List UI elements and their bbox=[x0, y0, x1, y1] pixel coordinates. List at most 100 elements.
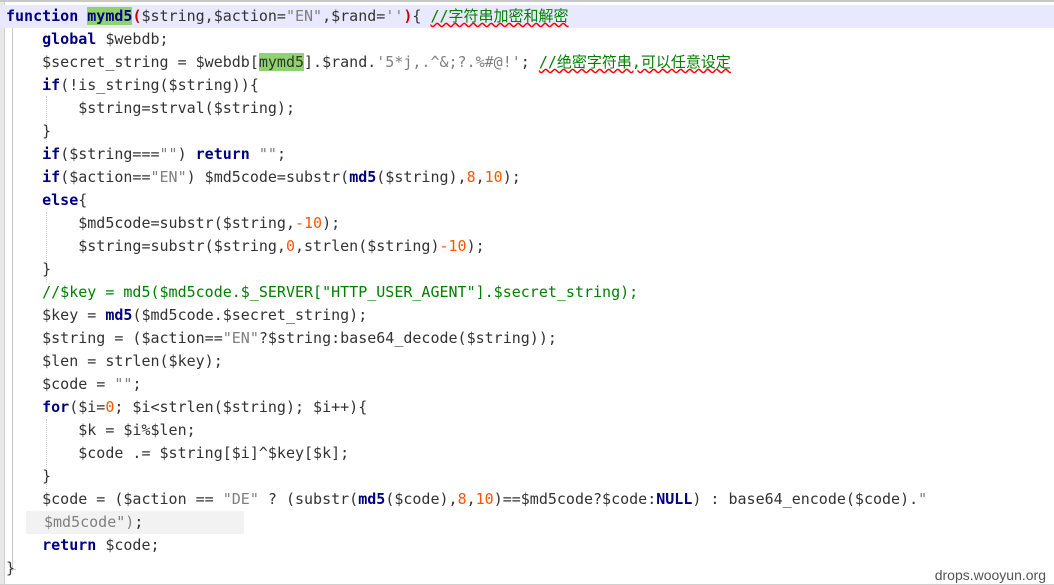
code-token: $key = bbox=[6, 306, 106, 324]
code-token: ($i= bbox=[69, 398, 106, 416]
code-token: $string=strval($string); bbox=[6, 99, 295, 117]
code-token: 0 bbox=[285, 237, 295, 255]
code-token: "EN" bbox=[285, 7, 323, 25]
code-token: " bbox=[918, 490, 928, 508]
code-token: ? (substr( bbox=[258, 490, 359, 508]
code-token: if bbox=[42, 76, 61, 94]
code-token: $string,$action= bbox=[141, 7, 286, 25]
code-token: $string = ($action== bbox=[6, 329, 223, 347]
code-token: , bbox=[466, 490, 476, 508]
code-line[interactable]: $k = $i%$len; bbox=[6, 419, 1054, 442]
code-line[interactable]: function mymd5($string,$action="EN",$ran… bbox=[0, 5, 1054, 28]
code-token: ($action== bbox=[60, 168, 151, 186]
code-line[interactable]: //$key = md5($md5code.$_SERVER["HTTP_USE… bbox=[6, 281, 1054, 304]
code-line[interactable]: } bbox=[6, 557, 1054, 580]
code-token: mymd5 bbox=[258, 53, 305, 71]
code-token: md5 bbox=[105, 306, 133, 324]
code-editor[interactable]: function mymd5($string,$action="EN",$ran… bbox=[0, 0, 1054, 585]
code-token: return bbox=[195, 145, 250, 163]
code-line[interactable]: $len = strlen($key); bbox=[6, 350, 1054, 373]
code-token: ; $i<strlen($string); $i++){ bbox=[114, 398, 368, 416]
code-token: "EN" bbox=[150, 168, 187, 186]
code-token: return bbox=[42, 536, 97, 554]
code-line[interactable]: $code .= $string[$i]^$key[$k]; bbox=[6, 442, 1054, 465]
code-token: (!is_string($string)){ bbox=[60, 76, 259, 94]
code-token: ($code), bbox=[385, 490, 458, 508]
code-token: //$key = md5($md5code.$_SERVER["HTTP_USE… bbox=[42, 283, 639, 301]
code-token: mymd5 bbox=[87, 7, 133, 25]
code-token: $code .= $string[$i]^$key[$k]; bbox=[6, 444, 350, 462]
code-token: $md5code=substr($string, bbox=[6, 214, 295, 232]
code-token: } bbox=[6, 260, 52, 278]
code-token: } bbox=[6, 122, 52, 140]
code-token: ].$rand. bbox=[304, 53, 377, 71]
editor-top-border bbox=[0, 0, 1054, 2]
code-token: ($string=== bbox=[60, 145, 160, 163]
code-line[interactable]: $code = ""; bbox=[6, 373, 1054, 396]
code-token: ,$rand= bbox=[322, 7, 386, 25]
code-line[interactable]: return $code; bbox=[6, 534, 1054, 557]
code-token: ) bbox=[177, 145, 196, 163]
code-token: $k = $i%$len; bbox=[6, 421, 196, 439]
code-area[interactable]: function mymd5($string,$action="EN",$ran… bbox=[0, 5, 1054, 580]
code-token: ); bbox=[466, 237, 485, 255]
code-token: ($string), bbox=[376, 168, 467, 186]
code-line[interactable]: $string = ($action=="EN"?$string:base64_… bbox=[6, 327, 1054, 350]
code-line[interactable]: $string=substr($string,0,strlen($string)… bbox=[6, 235, 1054, 258]
code-token: 8 bbox=[466, 168, 476, 186]
code-line[interactable]: } bbox=[6, 120, 1054, 143]
code-token: md5 bbox=[358, 490, 386, 508]
code-token: { bbox=[78, 191, 88, 209]
code-line[interactable]: for($i=0; $i<strlen($string); $i++){ bbox=[6, 396, 1054, 419]
code-token: '' bbox=[385, 7, 404, 25]
code-token: 8 bbox=[457, 490, 467, 508]
code-line[interactable]: $key = md5($md5code.$secret_string); bbox=[6, 304, 1054, 327]
code-token: ,strlen($string) bbox=[295, 237, 440, 255]
code-token: //字符串加密和解密 bbox=[430, 7, 569, 25]
code-token: $md5code") bbox=[44, 513, 135, 531]
fold-gutter[interactable] bbox=[0, 2, 5, 585]
code-token: 10 bbox=[475, 490, 494, 508]
code-token: ($md5code.$secret_string); bbox=[132, 306, 368, 324]
code-token: "DE" bbox=[222, 490, 259, 508]
code-token: 10 bbox=[484, 168, 503, 186]
code-token: , bbox=[475, 168, 485, 186]
code-token: global bbox=[42, 30, 97, 48]
code-token: "" bbox=[114, 375, 133, 393]
code-line[interactable]: global $webdb; bbox=[6, 28, 1054, 51]
code-token: md5 bbox=[349, 168, 377, 186]
code-line[interactable]: $md5code"); bbox=[26, 511, 244, 534]
code-line[interactable]: $string=strval($string); bbox=[6, 97, 1054, 120]
code-token: )==$md5code?$code: bbox=[493, 490, 657, 508]
code-line[interactable]: if(!is_string($string)){ bbox=[6, 74, 1054, 97]
code-token: ; bbox=[520, 53, 539, 71]
code-token: { bbox=[412, 7, 431, 25]
code-token: $code; bbox=[96, 536, 160, 554]
code-token: ); bbox=[502, 168, 521, 186]
code-token: } bbox=[6, 559, 16, 577]
code-line[interactable]: else{ bbox=[6, 189, 1054, 212]
code-token: "" bbox=[258, 145, 277, 163]
code-line[interactable]: if($action=="EN") $md5code=substr(md5($s… bbox=[6, 166, 1054, 189]
code-token: '5*j,.^&;?.%#@!' bbox=[376, 53, 521, 71]
code-token: ; bbox=[276, 145, 286, 163]
code-token: //绝密字符串,可以任意设定 bbox=[538, 53, 731, 71]
code-line[interactable]: } bbox=[6, 258, 1054, 281]
code-line[interactable]: } bbox=[6, 465, 1054, 488]
watermark-text: drops.wooyun.org bbox=[934, 567, 1046, 583]
code-token: -10 bbox=[439, 237, 467, 255]
code-line[interactable]: $md5code=substr($string,-10); bbox=[6, 212, 1054, 235]
code-line[interactable]: $code = ($action == "DE" ? (substr(md5($… bbox=[6, 488, 1054, 511]
code-token: $string=substr($string, bbox=[6, 237, 286, 255]
code-token: $len = strlen($key); bbox=[6, 352, 223, 370]
code-line[interactable]: if($string==="") return ""; bbox=[6, 143, 1054, 166]
code-line[interactable]: $secret_string = $webdb[mymd5].$rand.'5*… bbox=[6, 51, 1054, 74]
